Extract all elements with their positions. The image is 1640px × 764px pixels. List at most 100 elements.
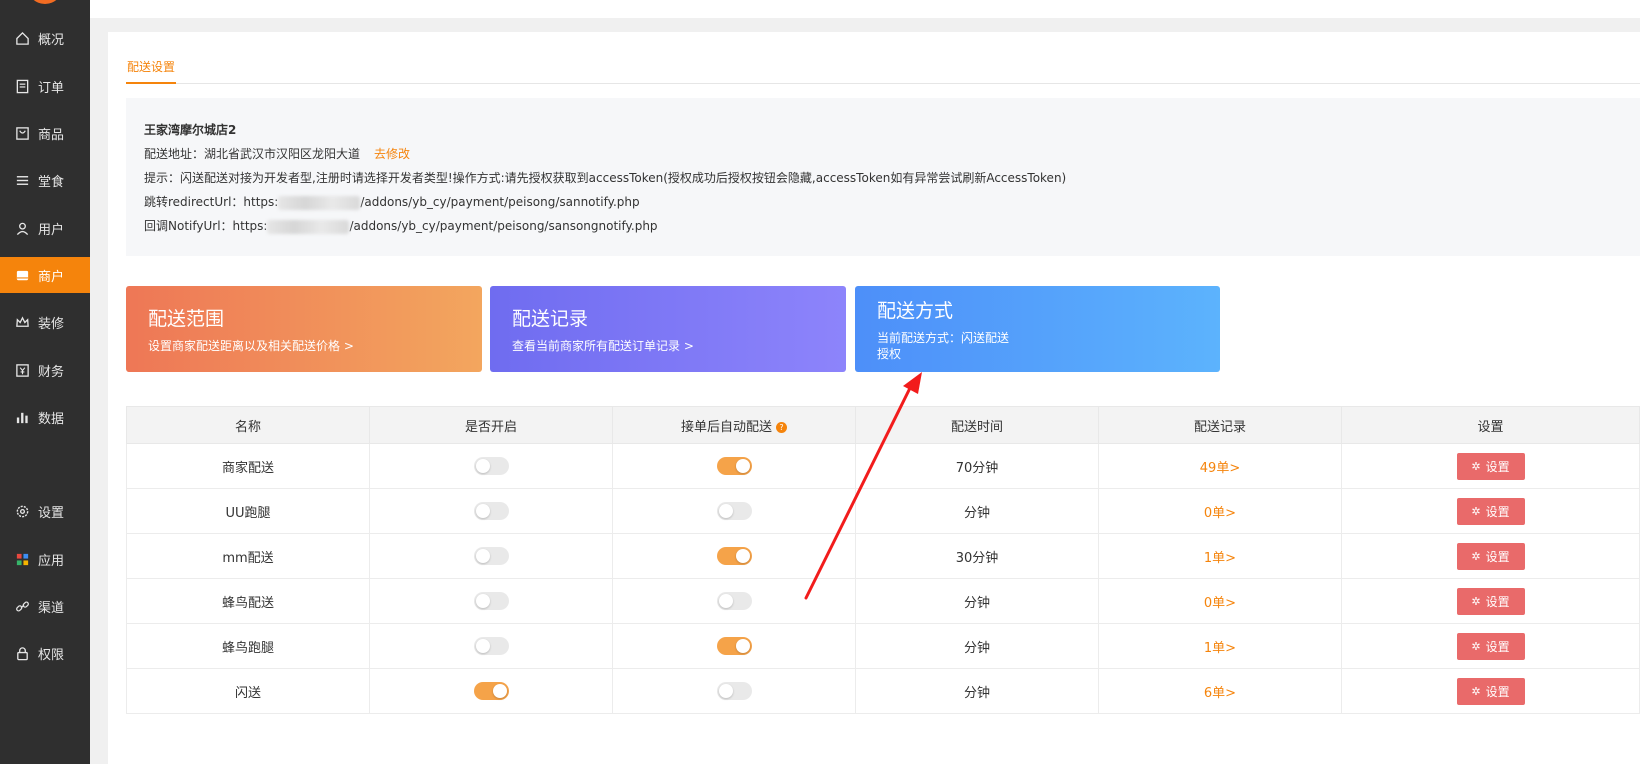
gear-icon: ✲ xyxy=(1471,549,1481,563)
table-row: 蜂鸟配送 分钟 0单> ✲ 设置 xyxy=(126,578,1640,624)
tab-delivery-settings[interactable]: 配送设置 xyxy=(126,58,177,84)
sidebar-item[interactable]: 渠道 xyxy=(0,588,90,624)
enabled-cell xyxy=(369,533,613,579)
table-row: UU跑腿 分钟 0单> ✲ 设置 xyxy=(126,488,1640,534)
store-name: 王家湾摩尔城店2 xyxy=(144,123,237,137)
sidebar-item-label: 商户 xyxy=(38,269,65,285)
sidebar-item[interactable]: 权限 xyxy=(0,635,90,671)
lock-icon xyxy=(14,645,30,661)
sidebar-item[interactable]: 用户 xyxy=(0,210,90,246)
column-header: 是否开启 xyxy=(369,406,613,444)
sidebar-item-label: 堂食 xyxy=(38,174,65,190)
auto-dispatch-toggle[interactable] xyxy=(716,592,752,610)
settings-button[interactable]: ✲ 设置 xyxy=(1456,452,1525,480)
finance-icon xyxy=(14,362,30,378)
records-link[interactable]: 1单> xyxy=(1204,551,1236,566)
sidebar-item[interactable]: 堂食 xyxy=(0,162,90,198)
column-header: 配送记录 xyxy=(1098,406,1342,444)
redacted-domain xyxy=(278,195,361,210)
enabled-toggle[interactable] xyxy=(473,547,509,565)
card-subtitle: 查看当前商家所有配送订单记录 > xyxy=(512,339,694,353)
gear-icon: ✲ xyxy=(1471,504,1481,518)
sidebar-item-label: 渠道 xyxy=(38,600,65,616)
edit-address-link[interactable]: 去修改 xyxy=(374,147,410,161)
auto-dispatch-cell xyxy=(612,488,856,534)
sidebar-item-label: 装修 xyxy=(38,316,65,332)
settings-cell: ✲ 设置 xyxy=(1341,668,1640,714)
enabled-cell xyxy=(369,443,613,489)
delivery-method-card[interactable]: 配送方式 当前配送方式：闪送配送 授权 xyxy=(855,286,1220,372)
address-text: 配送地址：湖北省武汉市汉阳区龙阳大道 xyxy=(144,147,361,161)
sidebar-item[interactable]: 商户 xyxy=(0,257,90,293)
records-cell: 1单> xyxy=(1098,623,1342,669)
settings-cell: ✲ 设置 xyxy=(1341,578,1640,624)
enabled-toggle[interactable] xyxy=(473,502,509,520)
apps-icon xyxy=(14,551,30,567)
delivery-records-card[interactable]: 配送记录 查看当前商家所有配送订单记录 > xyxy=(490,286,846,372)
sidebar: 概况订单商品堂食用户商户装修财务数据设置应用渠道权限 xyxy=(0,0,90,764)
auto-dispatch-toggle[interactable] xyxy=(716,457,752,475)
sidebar-item-label: 商品 xyxy=(38,127,65,143)
tip-text: 提示：闪送配送对接为开发者型,注册时请选择开发者类型!操作方式:请先授权获取到a… xyxy=(144,171,1067,185)
card-title: 配送方式 xyxy=(877,300,954,322)
records-link[interactable]: 49单> xyxy=(1200,461,1240,476)
sidebar-item[interactable]: 数据 xyxy=(0,399,90,435)
sidebar-item-label: 数据 xyxy=(38,411,65,427)
auto-dispatch-toggle[interactable] xyxy=(716,682,752,700)
enabled-toggle[interactable] xyxy=(473,592,509,610)
sidebar-item[interactable]: 订单 xyxy=(0,68,90,104)
records-link[interactable]: 0单> xyxy=(1204,506,1236,521)
avatar[interactable] xyxy=(27,0,63,4)
settings-button[interactable]: ✲ 设置 xyxy=(1456,497,1525,525)
sidebar-item[interactable]: 设置 xyxy=(0,493,90,529)
delivery-range-card[interactable]: 配送范围 设置商家配送距离以及相关配送价格 > xyxy=(126,286,482,372)
records-link[interactable]: 1单> xyxy=(1204,641,1236,656)
auto-dispatch-toggle[interactable] xyxy=(716,502,752,520)
settings-button-label: 设置 xyxy=(1485,594,1510,609)
redirect-url-prefix: 跳转redirectUrl：https: xyxy=(144,195,279,209)
enabled-toggle[interactable] xyxy=(473,457,509,475)
settings-cell: ✲ 设置 xyxy=(1341,443,1640,489)
enabled-toggle[interactable] xyxy=(473,637,509,655)
auto-dispatch-cell xyxy=(612,533,856,579)
sidebar-item[interactable]: 商品 xyxy=(0,115,90,151)
auto-dispatch-toggle[interactable] xyxy=(716,637,752,655)
settings-button-label: 设置 xyxy=(1485,549,1510,564)
gear-icon: ✲ xyxy=(1471,639,1481,653)
enabled-cell xyxy=(369,623,613,669)
delivery-name: mm配送 xyxy=(126,533,370,579)
settings-button[interactable]: ✲ 设置 xyxy=(1456,677,1525,705)
table-row: 蜂鸟跑腿 分钟 1单> ✲ 设置 xyxy=(126,623,1640,669)
top-strip xyxy=(90,0,1640,18)
card-subtitle: 设置商家配送距离以及相关配送价格 > xyxy=(148,339,354,353)
chart-icon xyxy=(14,409,30,425)
enabled-toggle[interactable] xyxy=(473,682,509,700)
settings-button[interactable]: ✲ 设置 xyxy=(1456,542,1525,570)
settings-button[interactable]: ✲ 设置 xyxy=(1456,587,1525,615)
column-header: 设置 xyxy=(1341,406,1640,444)
redirect-url-line: 跳转redirectUrl：https: /addons/yb_cy/paymen… xyxy=(144,190,1622,214)
delivery-name: 蜂鸟配送 xyxy=(126,578,370,624)
delivery-time: 分钟 xyxy=(855,668,1099,714)
records-link[interactable]: 6单> xyxy=(1204,686,1236,701)
main-content: 配送设置 王家湾摩尔城店2 配送地址：湖北省武汉市汉阳区龙阳大道 去修改 提示：闪… xyxy=(108,32,1640,764)
gear-icon xyxy=(14,503,30,519)
sidebar-item[interactable]: 财务 xyxy=(0,352,90,388)
enabled-cell xyxy=(369,668,613,714)
settings-button-label: 设置 xyxy=(1485,684,1510,699)
sidebar-item[interactable]: 应用 xyxy=(0,541,90,577)
settings-button[interactable]: ✲ 设置 xyxy=(1456,632,1525,660)
redirect-url-path: /addons/yb_cy/payment/peisong/sannotify.… xyxy=(360,195,640,209)
enabled-cell xyxy=(369,488,613,534)
authorize-link[interactable]: 授权 xyxy=(877,346,1198,362)
settings-cell: ✲ 设置 xyxy=(1341,488,1640,534)
settings-cell: ✲ 设置 xyxy=(1341,533,1640,579)
sidebar-item[interactable]: 装修 xyxy=(0,304,90,340)
notify-url-prefix: 回调NotifyUrl：https: xyxy=(144,219,268,233)
delivery-name: 蜂鸟跑腿 xyxy=(126,623,370,669)
sidebar-item[interactable]: 概况 xyxy=(0,20,90,56)
gear-icon: ✲ xyxy=(1471,684,1481,698)
auto-dispatch-toggle[interactable] xyxy=(716,547,752,565)
help-icon[interactable]: ? xyxy=(776,421,787,433)
records-link[interactable]: 0单> xyxy=(1204,596,1236,611)
